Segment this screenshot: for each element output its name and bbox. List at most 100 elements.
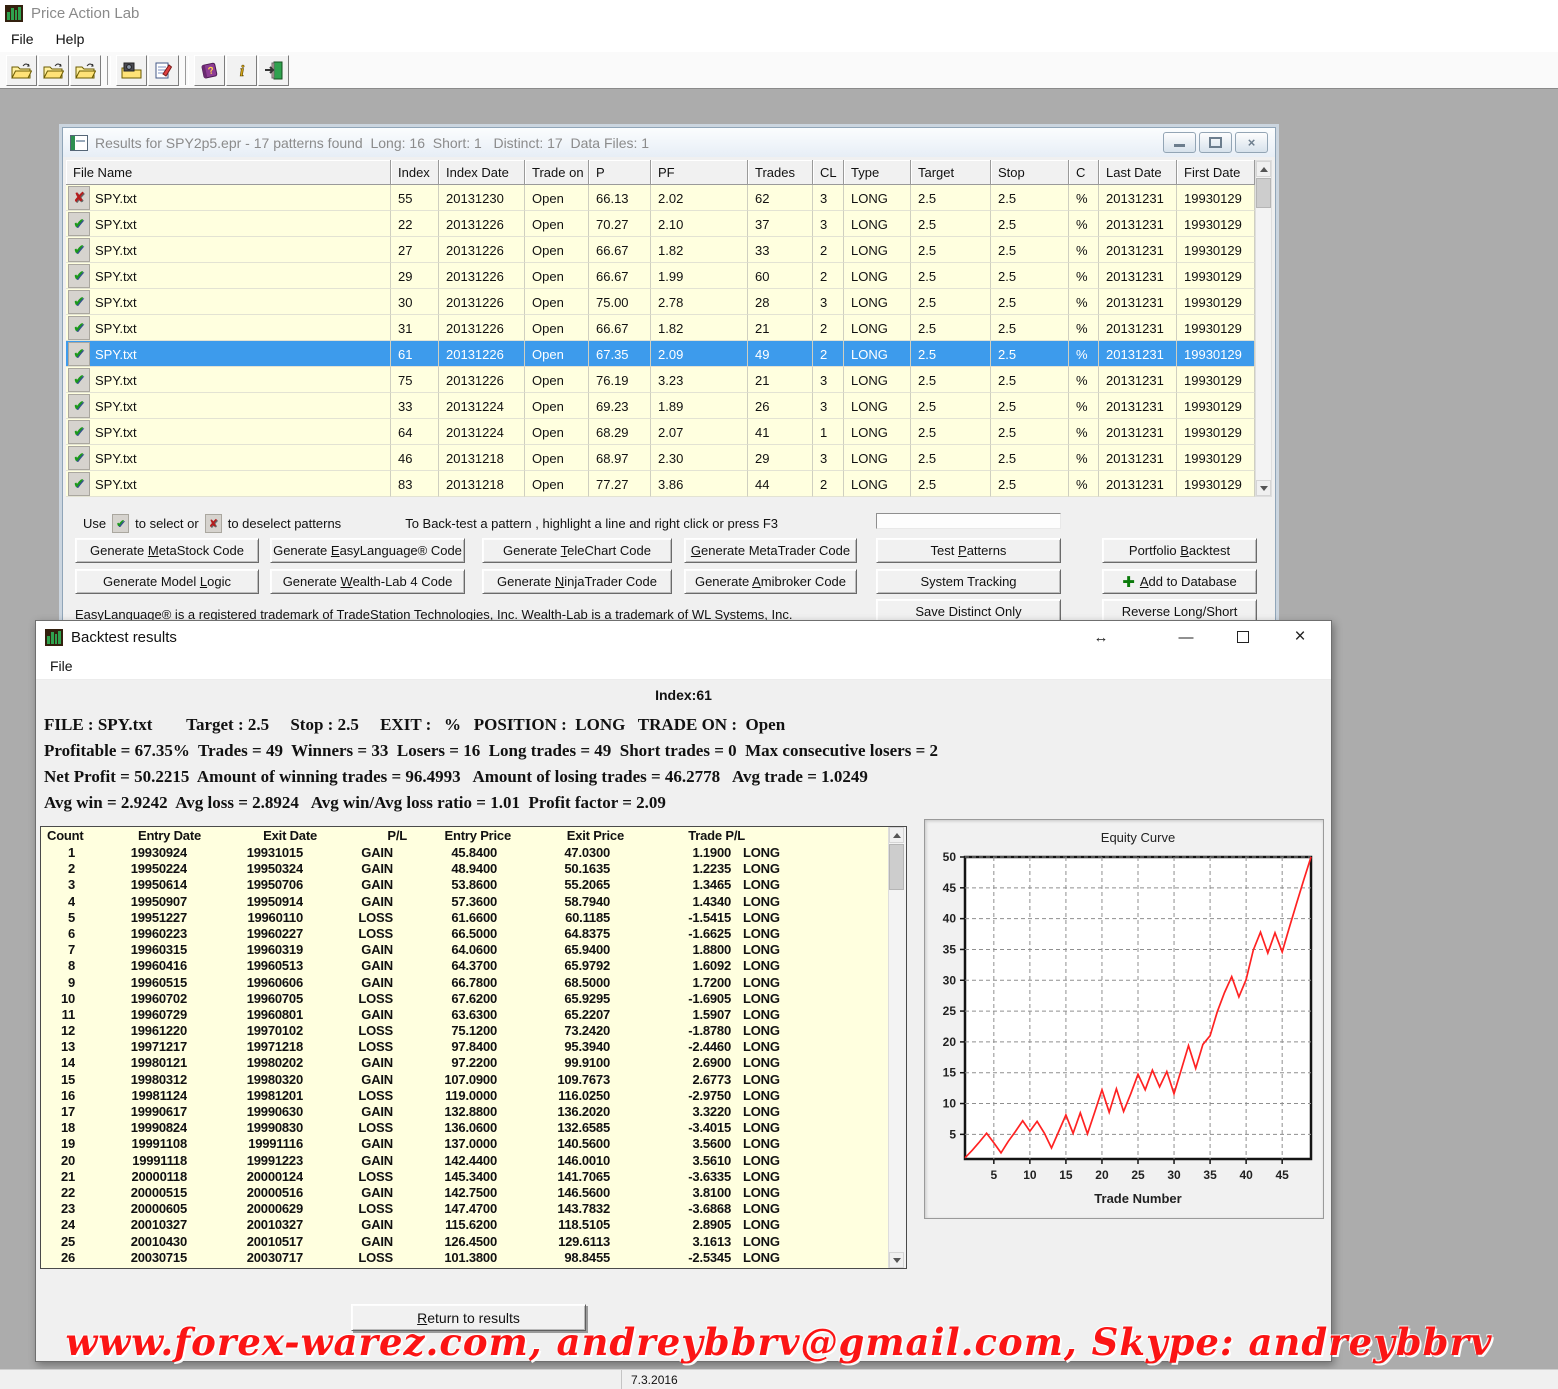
trade-row[interactable]: 272003072220030801GAIN102.1400104.67132.… — [41, 1266, 889, 1269]
column-header[interactable]: CL — [813, 160, 844, 185]
deselect-status-icon[interactable]: ✘ — [68, 186, 90, 210]
column-header[interactable]: Type — [844, 160, 911, 185]
generate-amibroker-button[interactable]: Generate Amibroker Code — [684, 569, 857, 594]
trade-row[interactable]: 181999082419990830LOSS136.0600132.6585-3… — [41, 1120, 889, 1136]
trade-row[interactable]: 41995090719950914GAIN57.360058.79401.434… — [41, 894, 889, 910]
add-data-button[interactable] — [116, 55, 147, 86]
generate-metastock-button[interactable]: Generate MetaStock Code — [75, 538, 259, 563]
table-row[interactable]: ✔SPY.txt4620131218Open68.972.30293LONG2.… — [66, 445, 1255, 471]
results-scrollbar[interactable] — [1255, 160, 1272, 497]
select-status-icon[interactable]: ✔ — [68, 316, 90, 340]
select-status-icon[interactable]: ✔ — [68, 238, 90, 262]
close-button[interactable]: × — [1278, 621, 1322, 653]
trade-row[interactable]: 11993092419931015GAIN45.840047.03001.190… — [41, 845, 889, 861]
add-to-database-button[interactable]: ✚Add to Database — [1102, 569, 1257, 594]
trade-list-scrollbar[interactable] — [888, 827, 906, 1268]
column-header[interactable]: Trades — [748, 160, 813, 185]
column-header[interactable]: C — [1069, 160, 1099, 185]
select-status-icon[interactable]: ✔ — [68, 446, 90, 470]
portfolio-backtest-button[interactable]: Portfolio Backtest — [1102, 538, 1257, 563]
select-status-icon[interactable]: ✔ — [68, 264, 90, 288]
column-header[interactable]: File Name — [66, 160, 391, 185]
menu-file[interactable]: File — [0, 28, 45, 50]
info-button[interactable]: i — [226, 55, 257, 86]
trade-row[interactable]: 171999061719990630GAIN132.8800136.20203.… — [41, 1104, 889, 1120]
trade-row[interactable]: 81996041619960513GAIN64.370065.97921.609… — [41, 958, 889, 974]
test-patterns-button[interactable]: Test Patterns — [876, 538, 1061, 563]
column-header[interactable]: Index Date — [439, 160, 525, 185]
trade-row[interactable]: 191999110819991116GAIN137.0000140.56003.… — [41, 1136, 889, 1152]
help-button[interactable]: ? — [194, 55, 225, 86]
system-tracking-button[interactable]: System Tracking — [876, 569, 1061, 594]
scroll-up-button[interactable] — [889, 827, 904, 843]
generate-easylanguage-button[interactable]: Generate EasyLanguage® Code — [270, 538, 465, 563]
edit-notes-button[interactable] — [148, 55, 179, 86]
generate-wealthlab-button[interactable]: Generate Wealth-Lab 4 Code — [270, 569, 465, 594]
trade-row[interactable]: 21995022419950324GAIN48.940050.16351.223… — [41, 861, 889, 877]
table-row[interactable]: ✔SPY.txt3020131226Open75.002.78283LONG2.… — [66, 289, 1255, 315]
trade-row[interactable]: 242001032720010327GAIN115.6200118.51052.… — [41, 1217, 889, 1233]
trade-row[interactable]: 151998031219980320GAIN107.0900109.76732.… — [41, 1072, 889, 1088]
trade-row[interactable]: 262003071520030717LOSS101.380098.8455-2.… — [41, 1250, 889, 1266]
select-status-icon[interactable]: ✔ — [68, 342, 90, 366]
table-row[interactable]: ✔SPY.txt3320131224Open69.231.89263LONG2.… — [66, 393, 1255, 419]
trade-row[interactable]: 111996072919960801GAIN63.630065.22071.59… — [41, 1007, 889, 1023]
scroll-thumb[interactable] — [889, 844, 904, 890]
minimize-button[interactable] — [1163, 132, 1196, 153]
select-status-icon[interactable]: ✔ — [68, 394, 90, 418]
minimize-button[interactable]: — — [1164, 621, 1208, 653]
backtest-titlebar[interactable]: Backtest results ↔ — × — [36, 621, 1331, 653]
open-file-button-1[interactable] — [6, 55, 37, 86]
select-status-icon[interactable]: ✔ — [68, 290, 90, 314]
results-titlebar[interactable]: Results for SPY2p5.epr - 17 patterns fou… — [63, 128, 1275, 157]
generate-ninjatrader-button[interactable]: Generate NinjaTrader Code — [482, 569, 672, 594]
menu-help[interactable]: Help — [45, 28, 96, 50]
trade-row[interactable]: 141998012119980202GAIN97.220099.91002.69… — [41, 1055, 889, 1071]
trade-row[interactable]: 31995061419950706GAIN53.860055.20651.346… — [41, 877, 889, 893]
trade-row[interactable]: 51995122719960110LOSS61.660060.1185-1.54… — [41, 910, 889, 926]
column-header[interactable]: Trade on — [525, 160, 589, 185]
trade-row[interactable]: 252001043020010517GAIN126.4500129.61133.… — [41, 1234, 889, 1250]
trade-row[interactable]: 201999111819991223GAIN142.4400146.00103.… — [41, 1153, 889, 1169]
exit-button[interactable] — [258, 55, 289, 86]
trade-row[interactable]: 91996051519960606GAIN66.780068.50001.720… — [41, 975, 889, 991]
table-row[interactable]: ✔SPY.txt6420131224Open68.292.07411LONG2.… — [66, 419, 1255, 445]
select-status-icon[interactable]: ✔ — [68, 212, 90, 236]
select-status-icon[interactable]: ✔ — [68, 368, 90, 392]
table-row[interactable]: ✔SPY.txt8320131218Open77.273.86442LONG2.… — [66, 471, 1255, 497]
scroll-up-button[interactable] — [1256, 161, 1271, 177]
generate-metatrader-button[interactable]: Generate MetaTrader Code — [684, 538, 857, 563]
column-header[interactable]: Index — [391, 160, 439, 185]
resize-horizontal-button[interactable]: ↔ — [1079, 621, 1123, 653]
table-row[interactable]: ✔SPY.txt2220131226Open70.272.10373LONG2.… — [66, 211, 1255, 237]
open-file-button-2[interactable] — [38, 55, 69, 86]
column-header[interactable]: Target — [911, 160, 991, 185]
trade-row[interactable]: 222000051520000516GAIN142.7500146.56003.… — [41, 1185, 889, 1201]
table-row[interactable]: ✔SPY.txt6120131226Open67.352.09492LONG2.… — [66, 341, 1255, 367]
scroll-down-button[interactable] — [1256, 480, 1271, 496]
column-header[interactable]: Last Date — [1099, 160, 1177, 185]
scroll-down-button[interactable] — [889, 1252, 904, 1268]
table-row[interactable]: ✔SPY.txt2920131226Open66.671.99602LONG2.… — [66, 263, 1255, 289]
table-row[interactable]: ✘SPY.txt5520131230Open66.132.02623LONG2.… — [66, 185, 1255, 211]
trade-row[interactable]: 212000011820000124LOSS145.3400141.7065-3… — [41, 1169, 889, 1185]
open-file-button-3[interactable] — [70, 55, 101, 86]
scroll-thumb[interactable] — [1256, 178, 1271, 208]
column-header[interactable]: P — [589, 160, 651, 185]
trade-row[interactable]: 101996070219960705LOSS67.620065.9295-1.6… — [41, 991, 889, 1007]
generate-telechart-button[interactable]: Generate TeleChart Code — [482, 538, 672, 563]
column-header[interactable]: Stop — [991, 160, 1069, 185]
menu-file[interactable]: File — [50, 658, 73, 674]
generate-model-logic-button[interactable]: Generate Model Logic — [75, 569, 259, 594]
trade-row[interactable]: 121996122019970102LOSS75.120073.2420-1.8… — [41, 1023, 889, 1039]
trade-row[interactable]: 131997121719971218LOSS97.840095.3940-2.4… — [41, 1039, 889, 1055]
restore-button[interactable] — [1199, 132, 1232, 153]
trade-row[interactable]: 61996022319960227LOSS66.500064.8375-1.66… — [41, 926, 889, 942]
table-row[interactable]: ✔SPY.txt3120131226Open66.671.82212LONG2.… — [66, 315, 1255, 341]
trade-row[interactable]: 161998112419981201LOSS119.0000116.0250-2… — [41, 1088, 889, 1104]
select-status-icon[interactable]: ✔ — [68, 420, 90, 444]
table-row[interactable]: ✔SPY.txt2720131226Open66.671.82332LONG2.… — [66, 237, 1255, 263]
column-header[interactable]: PF — [651, 160, 748, 185]
column-header[interactable]: First Date — [1177, 160, 1255, 185]
table-row[interactable]: ✔SPY.txt7520131226Open76.193.23213LONG2.… — [66, 367, 1255, 393]
